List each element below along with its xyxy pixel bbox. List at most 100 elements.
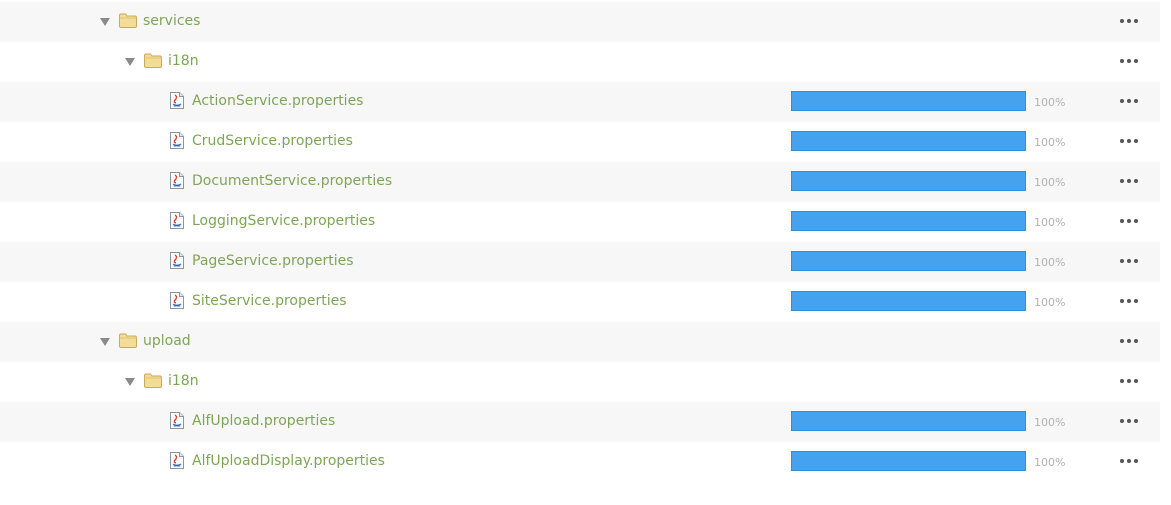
more-dot (1134, 99, 1138, 103)
more-actions-icon[interactable] (1120, 339, 1142, 345)
folder-row: i18n (0, 42, 1160, 82)
more-dot (1127, 339, 1131, 343)
file-name[interactable]: AlfUpload.properties (192, 413, 335, 429)
file-name[interactable]: PageService.properties (192, 253, 354, 269)
more-dot (1127, 379, 1131, 383)
more-dot (1120, 419, 1124, 423)
file-name[interactable]: SiteService.properties (192, 293, 347, 309)
folder-row: upload (0, 322, 1160, 362)
file-row: LoggingService.properties 100% (0, 202, 1160, 242)
more-actions-icon[interactable] (1120, 59, 1142, 65)
progress-bar-fill (792, 92, 1025, 110)
more-dot (1127, 419, 1131, 423)
more-dot (1134, 19, 1138, 23)
more-dot (1127, 99, 1131, 103)
more-dot (1134, 339, 1138, 343)
more-dot (1134, 179, 1138, 183)
more-dot (1134, 459, 1138, 463)
properties-file-icon (170, 452, 184, 469)
folder-name[interactable]: i18n (168, 53, 199, 69)
properties-file-icon (170, 212, 184, 229)
more-actions-icon[interactable] (1120, 99, 1142, 105)
progress-bar (791, 451, 1026, 471)
folder-row: services (0, 2, 1160, 42)
more-dot (1127, 459, 1131, 463)
properties-file-icon (170, 92, 184, 109)
more-dot (1127, 139, 1131, 143)
progress-bar (791, 291, 1026, 311)
file-row: AlfUpload.properties 100% (0, 402, 1160, 442)
folder-name[interactable]: upload (143, 333, 191, 349)
more-dot (1120, 379, 1124, 383)
more-dot (1120, 139, 1124, 143)
more-actions-icon[interactable] (1120, 219, 1142, 225)
expand-toggle-icon[interactable] (125, 58, 135, 66)
folder-row: i18n (0, 362, 1160, 402)
folder-icon (144, 53, 162, 68)
more-dot (1134, 379, 1138, 383)
properties-file-icon (170, 172, 184, 189)
progress-percent: 100% (1034, 256, 1066, 269)
more-actions-icon[interactable] (1120, 139, 1142, 145)
more-dot (1120, 179, 1124, 183)
file-row: PageService.properties 100% (0, 242, 1160, 282)
more-dot (1134, 219, 1138, 223)
folder-icon (119, 333, 137, 348)
progress-bar (791, 131, 1026, 151)
properties-file-icon (170, 292, 184, 309)
file-name[interactable]: LoggingService.properties (192, 213, 375, 229)
file-name[interactable]: CrudService.properties (192, 133, 353, 149)
more-dot (1134, 419, 1138, 423)
progress-percent: 100% (1034, 296, 1066, 309)
folder-icon (144, 373, 162, 388)
expand-toggle-icon[interactable] (100, 18, 110, 26)
file-row: CrudService.properties 100% (0, 122, 1160, 162)
file-row: SiteService.properties 100% (0, 282, 1160, 322)
progress-bar-fill (792, 252, 1025, 270)
more-dot (1120, 259, 1124, 263)
more-actions-icon[interactable] (1120, 259, 1142, 265)
more-dot (1127, 19, 1131, 23)
progress-bar-fill (792, 132, 1025, 150)
progress-percent: 100% (1034, 216, 1066, 229)
more-dot (1127, 259, 1131, 263)
more-dot (1120, 299, 1124, 303)
more-actions-icon[interactable] (1120, 19, 1142, 25)
expand-toggle-icon[interactable] (125, 378, 135, 386)
progress-bar-fill (792, 452, 1025, 470)
progress-bar-fill (792, 172, 1025, 190)
progress-bar-fill (792, 412, 1025, 430)
progress-percent: 100% (1034, 416, 1066, 429)
progress-bar-fill (792, 212, 1025, 230)
more-dot (1134, 139, 1138, 143)
progress-bar (791, 251, 1026, 271)
file-tree: services i18n ActionService.properties 100%… (0, 2, 1160, 482)
more-dot (1120, 59, 1124, 63)
progress-bar (791, 211, 1026, 231)
progress-bar (791, 91, 1026, 111)
more-dot (1127, 219, 1131, 223)
folder-name[interactable]: services (143, 13, 200, 29)
more-dot (1120, 459, 1124, 463)
more-dot (1120, 339, 1124, 343)
expand-toggle-icon[interactable] (100, 338, 110, 346)
more-dot (1134, 59, 1138, 63)
more-dot (1120, 19, 1124, 23)
more-actions-icon[interactable] (1120, 299, 1142, 305)
file-name[interactable]: DocumentService.properties (192, 173, 392, 189)
progress-percent: 100% (1034, 176, 1066, 189)
more-dot (1127, 179, 1131, 183)
more-dot (1127, 299, 1131, 303)
progress-bar (791, 411, 1026, 431)
progress-percent: 100% (1034, 136, 1066, 149)
more-dot (1134, 259, 1138, 263)
more-actions-icon[interactable] (1120, 179, 1142, 185)
properties-file-icon (170, 252, 184, 269)
more-dot (1127, 59, 1131, 63)
more-actions-icon[interactable] (1120, 419, 1142, 425)
file-name[interactable]: ActionService.properties (192, 93, 363, 109)
more-actions-icon[interactable] (1120, 379, 1142, 385)
folder-name[interactable]: i18n (168, 373, 199, 389)
file-name[interactable]: AlfUploadDisplay.properties (192, 453, 385, 469)
more-actions-icon[interactable] (1120, 459, 1142, 465)
